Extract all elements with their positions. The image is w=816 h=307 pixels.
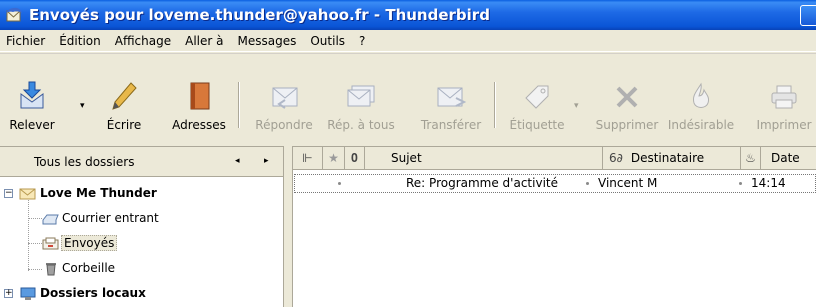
window-control-button[interactable] — [800, 5, 816, 26]
address-book-icon — [182, 80, 216, 114]
menu-affichage[interactable]: Affichage — [110, 34, 180, 48]
printer-icon — [767, 80, 801, 114]
tree-item-inbox[interactable]: Courrier entrant — [0, 207, 284, 231]
reply-icon — [267, 80, 301, 114]
sent-tray-icon — [42, 237, 60, 251]
menu-help[interactable]: ? — [354, 34, 374, 48]
address-book-label: Adresses — [172, 118, 226, 132]
forward-label: Transférer — [420, 118, 482, 132]
inbox-label: Courrier entrant — [62, 211, 159, 225]
trash-can-icon — [42, 262, 60, 276]
window-title: Envoyés pour loveme.thunder@yahoo.fr - T… — [29, 6, 490, 24]
thread-column-header[interactable]: ⊩ — [293, 147, 323, 169]
junk-flame-icon — [684, 80, 718, 114]
reply-all-button[interactable]: Rép. à tous — [326, 58, 396, 142]
date-column-label: Date — [771, 151, 800, 165]
folder-pane-header: Tous les dossiers ◂ ▸ — [0, 147, 283, 177]
menu-outils[interactable]: Outils — [305, 34, 354, 48]
paperclip-icon: 𝟎 — [351, 150, 358, 165]
inbox-tray-icon — [42, 212, 60, 226]
date-column-header[interactable]: Date — [761, 147, 816, 169]
menu-edition[interactable]: Édition — [54, 34, 110, 48]
recipient-column-header[interactable]: 6∂ Destinataire — [603, 147, 741, 169]
forward-button[interactable]: Transférer — [414, 58, 488, 142]
subject-column-label: Sujet — [391, 151, 422, 165]
message-date: 14:14 — [751, 176, 786, 190]
folder-view-label: Tous les dossiers — [34, 154, 135, 169]
main-toolbar: Relever ▾ Écrire Adresses Répondre Rép. … — [0, 53, 816, 145]
tag-dropdown-icon[interactable]: ▾ — [574, 101, 579, 111]
thunderbird-app-icon — [5, 7, 23, 23]
recipient-column-label: Destinataire — [630, 151, 705, 165]
reply-all-label: Rép. à tous — [327, 118, 395, 132]
tree-item-local-folders[interactable]: + Dossiers locaux — [0, 282, 284, 306]
read-dot-icon — [586, 182, 589, 185]
toolbar-separator — [494, 82, 496, 128]
print-button[interactable]: Imprimer — [752, 58, 816, 142]
message-list-header: ⊩ ★ 𝟎 Sujet 6∂ Destinataire ♨ Date — [293, 147, 816, 170]
local-folders-label: Dossiers locaux — [40, 286, 146, 300]
table-row[interactable]: Re: Programme d'activité Vincent M 14:14 — [294, 174, 816, 193]
menu-aller-a[interactable]: Aller à — [180, 34, 232, 48]
local-folders-computer-icon — [19, 287, 37, 301]
toolbar-separator — [238, 82, 240, 128]
tag-label: Étiquette — [509, 118, 565, 132]
delete-label: Supprimer — [595, 118, 659, 132]
menu-messages[interactable]: Messages — [233, 34, 306, 48]
junk-flame-icon: ♨ — [745, 151, 756, 165]
message-subject: Re: Programme d'activité — [406, 176, 558, 190]
message-list-pane: ⊩ ★ 𝟎 Sujet 6∂ Destinataire ♨ Date Re: P… — [292, 146, 816, 307]
title-bar: Envoyés pour loveme.thunder@yahoo.fr - T… — [0, 0, 816, 30]
menu-bar: Fichier Édition Affichage Aller à Messag… — [0, 30, 816, 52]
collapse-icon[interactable]: − — [4, 189, 13, 198]
folder-pane: Tous les dossiers ◂ ▸ − Love Me Thunder … — [0, 146, 284, 307]
reply-all-icon — [344, 80, 378, 114]
tag-button[interactable]: Étiquette — [506, 58, 568, 142]
trash-label: Corbeille — [62, 261, 116, 275]
pencil-icon — [107, 80, 141, 114]
previous-view-arrow-icon[interactable]: ◂ — [235, 156, 240, 166]
junk-column-header[interactable]: ♨ — [741, 147, 761, 169]
menu-fichier[interactable]: Fichier — [0, 34, 54, 48]
reply-label: Répondre — [255, 118, 313, 132]
unread-dot-icon — [338, 182, 341, 185]
mail-account-icon — [19, 187, 37, 201]
junk-dot-icon — [739, 182, 742, 185]
write-label: Écrire — [106, 118, 142, 132]
junk-button[interactable]: Indésirable — [664, 58, 738, 142]
tree-item-trash[interactable]: Corbeille — [0, 257, 284, 281]
delete-icon — [610, 80, 644, 114]
tree-item-account[interactable]: − Love Me Thunder — [0, 182, 284, 206]
message-recipient: Vincent M — [598, 176, 658, 190]
star-column-header[interactable]: ★ — [323, 147, 345, 169]
expand-icon[interactable]: + — [4, 289, 13, 298]
get-mail-dropdown-icon[interactable]: ▾ — [80, 101, 85, 111]
print-label: Imprimer — [756, 118, 812, 132]
delete-button[interactable]: Supprimer — [590, 58, 664, 142]
read-status-icon: 6∂ — [609, 151, 623, 165]
address-book-button[interactable]: Adresses — [168, 58, 230, 142]
star-icon: ★ — [328, 151, 339, 165]
forward-icon — [434, 80, 468, 114]
reply-button[interactable]: Répondre — [248, 58, 320, 142]
tag-icon — [520, 80, 554, 114]
junk-label: Indésirable — [667, 118, 735, 132]
thread-icon: ⊩ — [302, 151, 313, 165]
get-mail-button[interactable]: Relever — [2, 58, 62, 142]
attachment-column-header[interactable]: 𝟎 — [345, 147, 365, 169]
write-button[interactable]: Écrire — [96, 58, 152, 142]
get-mail-icon — [15, 80, 49, 114]
next-view-arrow-icon[interactable]: ▸ — [264, 156, 269, 166]
tree-item-sent[interactable]: Envoyés — [0, 232, 284, 256]
account-label: Love Me Thunder — [40, 186, 157, 200]
sent-label: Envoyés — [61, 235, 118, 251]
get-mail-label: Relever — [9, 118, 55, 132]
subject-column-header[interactable]: Sujet — [365, 147, 603, 169]
